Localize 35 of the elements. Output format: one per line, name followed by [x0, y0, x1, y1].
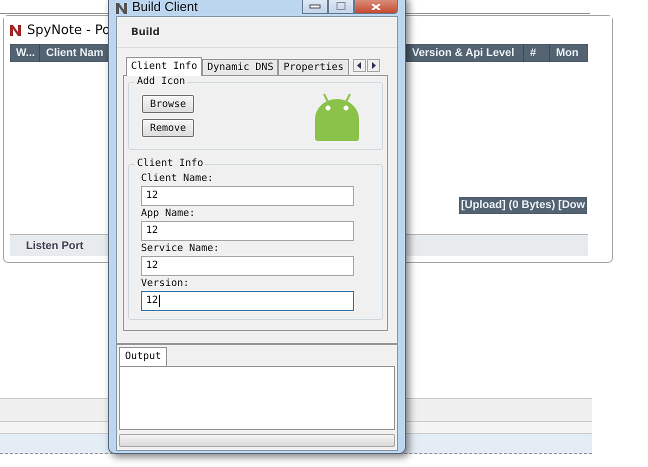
- tab[interactable]: Dynamic DNS: [202, 59, 278, 75]
- icon-button[interactable]: Remove: [142, 119, 194, 137]
- app-logo-icon: [10, 24, 21, 36]
- right-arrow-icon: [370, 62, 376, 69]
- group-title: Client Info: [135, 158, 206, 169]
- group-title: Add Icon: [135, 76, 188, 87]
- input-field[interactable]: 12: [141, 256, 354, 276]
- menu-item[interactable]: Build: [131, 26, 160, 38]
- icon-button[interactable]: Browse: [142, 95, 194, 113]
- column-header[interactable]: #: [524, 44, 550, 62]
- field-label: Version:: [141, 278, 190, 289]
- android-icon: [314, 91, 360, 141]
- input-field[interactable]: 12: [141, 291, 354, 311]
- maximize-icon: [336, 2, 346, 10]
- tab[interactable]: Properties: [278, 59, 349, 75]
- close-button[interactable]: [354, 0, 398, 14]
- tab[interactable]: Output: [119, 347, 168, 366]
- input-field[interactable]: 12: [141, 221, 354, 241]
- minimize-icon: [309, 4, 321, 10]
- app-logo-icon: [116, 3, 127, 14]
- field-label: App Name:: [141, 208, 196, 219]
- minimize-button[interactable]: [302, 0, 328, 14]
- column-header[interactable]: Mon: [550, 44, 585, 62]
- bottom-tab[interactable]: Listen Port: [10, 240, 84, 252]
- scroll-right-button[interactable]: [366, 59, 380, 72]
- field-label: Service Name:: [141, 243, 220, 254]
- tab[interactable]: Client Info: [126, 57, 202, 76]
- transfer-status: [Upload] (0 Bytes) [Dow: [459, 197, 588, 214]
- column-header[interactable]: W...: [10, 44, 40, 62]
- close-icon: [370, 4, 382, 10]
- scroll-left-button[interactable]: [352, 59, 366, 72]
- left-arrow-icon: [356, 62, 362, 69]
- input-field[interactable]: 12: [141, 186, 354, 206]
- field-label: Client Name:: [141, 173, 214, 184]
- window-title: Build Client: [132, 0, 198, 14]
